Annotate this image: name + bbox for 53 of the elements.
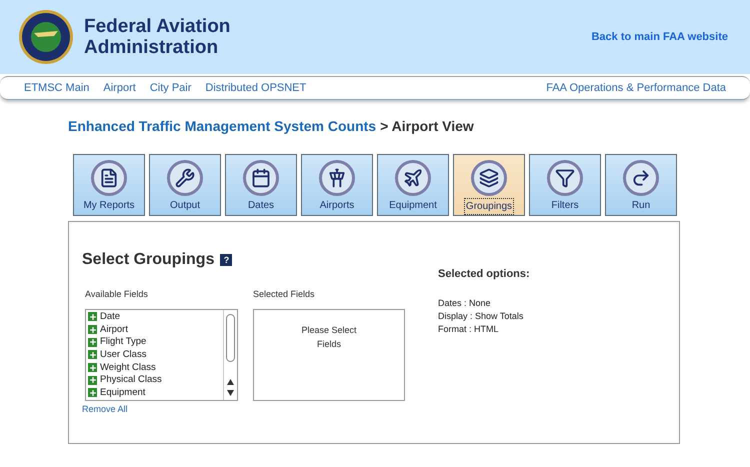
available-fields-list[interactable]: Date Airport Flight Type User Class Weight Class Physical Class Equipment	[85, 308, 238, 400]
plus-icon[interactable]	[88, 312, 97, 322]
plus-icon[interactable]	[88, 388, 97, 398]
field-option[interactable]: Weight Class	[100, 362, 156, 374]
section-heading: Select Groupings	[82, 250, 214, 270]
nav-link[interactable]: FAA Operations & Performance Data	[546, 80, 726, 96]
selected-fields-list[interactable]: Please Select Fields	[253, 308, 405, 400]
calendar-icon	[243, 160, 279, 196]
agency-name: Federal Aviation	[84, 16, 230, 37]
empty-placeholder: Please Select Fields	[300, 324, 358, 350]
seal-logo	[18, 9, 74, 65]
plus-icon[interactable]	[88, 325, 97, 334]
field-label: Available Fields	[85, 288, 149, 301]
field-label: Selected Fields	[253, 288, 316, 301]
agency-name: Administration	[84, 37, 220, 58]
nav-link[interactable]: Airport	[103, 80, 136, 96]
page-subtitle: > Airport View	[380, 117, 474, 136]
toolbar-tab[interactable]: Output	[149, 154, 221, 216]
field-option[interactable]: User Class	[100, 348, 146, 361]
help-button[interactable]: ?	[220, 254, 232, 266]
field-option[interactable]: Physical Class	[100, 374, 162, 386]
plus-icon[interactable]	[88, 376, 97, 385]
toolbar-tab[interactable]: Dates	[225, 154, 297, 216]
tower-icon	[319, 160, 355, 196]
field-option[interactable]: Equipment	[100, 386, 146, 399]
remove-all-link[interactable]: Remove All	[82, 402, 253, 416]
nav-link[interactable]: ETMSC Main	[24, 80, 90, 96]
toolbar-tab[interactable]: Equipment	[377, 154, 449, 216]
nav-link[interactable]: Distributed OPSNET	[205, 80, 306, 96]
toolbar-tab[interactable]: Groupings	[453, 154, 525, 216]
toolbar-tab[interactable]: Airports	[301, 154, 373, 216]
plus-icon[interactable]	[88, 350, 97, 360]
field-option[interactable]: Airport	[100, 324, 128, 336]
document-icon	[91, 160, 127, 196]
plus-icon[interactable]	[88, 338, 97, 347]
options-heading: Selected options:	[438, 267, 530, 282]
field-option[interactable]: Date	[100, 310, 120, 323]
plane-icon	[395, 160, 431, 196]
scrollbar[interactable]	[223, 310, 237, 400]
field-option[interactable]: Flight Type	[100, 336, 146, 348]
plus-icon[interactable]	[88, 363, 97, 372]
nav-link[interactable]: City Pair	[150, 80, 192, 96]
option-line: Format : HTML	[438, 322, 500, 336]
option-line: Display : Show Totals	[438, 310, 524, 322]
scroll-up-arrow-icon[interactable]	[227, 378, 234, 384]
toolbar-tab[interactable]: Filters	[529, 154, 601, 216]
scroll-down-arrow-icon[interactable]	[227, 390, 234, 396]
page-title: Enhanced Traffic Management System Counts	[68, 117, 376, 136]
toolbar-tab[interactable]: My Reports	[73, 154, 145, 216]
funnel-icon	[547, 160, 583, 196]
toolbar-tab[interactable]: Run	[605, 154, 677, 216]
back-link[interactable]: Back to main FAA website	[591, 28, 728, 46]
option-line: Dates : None	[438, 296, 492, 310]
